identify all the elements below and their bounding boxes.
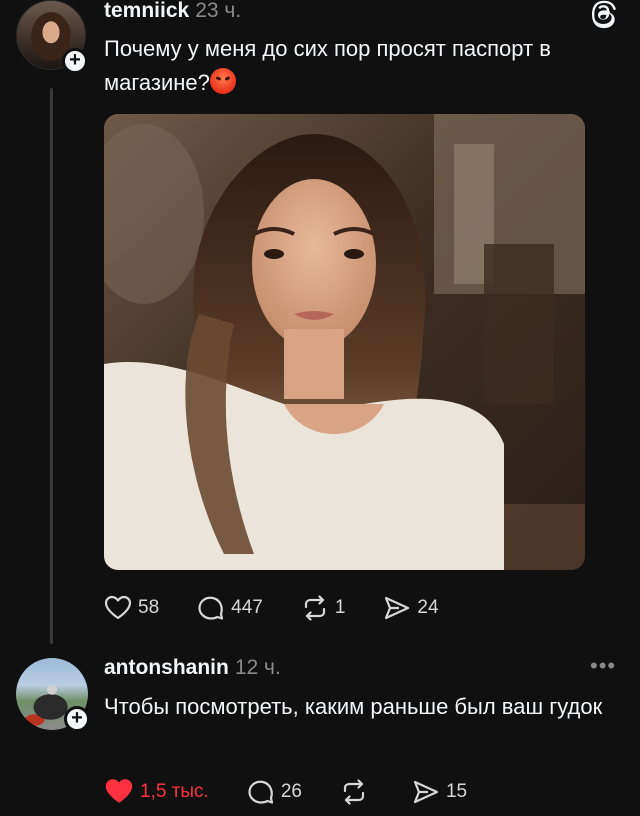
follow-plus-icon[interactable]: + bbox=[62, 48, 88, 74]
more-options-icon[interactable]: ••• bbox=[590, 655, 616, 677]
like-count: 1,5 тыс. bbox=[140, 780, 209, 802]
like-button[interactable]: 1,5 тыс. bbox=[104, 778, 209, 805]
share-count: 15 bbox=[445, 780, 468, 802]
post-username[interactable]: temniick bbox=[104, 0, 189, 22]
repost-button[interactable]: 1 bbox=[301, 595, 346, 621]
follow-plus-icon[interactable]: + bbox=[64, 706, 90, 732]
threads-logo-icon[interactable] bbox=[589, 0, 619, 30]
reply-button[interactable]: 447 bbox=[197, 595, 263, 621]
reply-count: 26 bbox=[280, 780, 302, 802]
photo-illustration bbox=[104, 114, 585, 570]
reply-time: 12 ч. bbox=[234, 656, 281, 679]
reply-text: Чтобы посмотреть, каким раньше был ваш г… bbox=[104, 694, 603, 719]
thread-connector-line bbox=[50, 88, 53, 644]
reply-count: 447 bbox=[231, 597, 263, 618]
post-photo[interactable] bbox=[104, 114, 585, 570]
post-time: 23 ч. bbox=[195, 0, 242, 22]
like-button[interactable]: 58 bbox=[104, 595, 159, 621]
post-text: Почему у меня до сих пор просят паспорт … bbox=[104, 32, 624, 100]
share-button[interactable]: 15 bbox=[412, 779, 467, 805]
share-button[interactable]: 24 bbox=[383, 595, 439, 621]
post-author[interactable]: temniick 23 ч. bbox=[104, 0, 241, 23]
reply-username[interactable]: antonshanin bbox=[104, 656, 229, 679]
share-icon bbox=[385, 596, 410, 620]
post-actions: 58 447 1 24 bbox=[104, 595, 477, 621]
angry-face-emoji-icon bbox=[209, 68, 236, 94]
repost-icon bbox=[304, 595, 325, 621]
heart-icon bbox=[105, 779, 133, 803]
reply-actions: 1,5 тыс. 26 15 bbox=[104, 778, 505, 805]
like-count: 58 bbox=[138, 597, 160, 618]
heart-icon bbox=[104, 595, 132, 620]
comment-icon bbox=[248, 780, 273, 804]
share-icon bbox=[413, 780, 439, 803]
repost-count: 1 bbox=[334, 597, 346, 618]
post-text-content: Почему у меня до сих пор просят паспорт … bbox=[104, 36, 551, 95]
reply-author[interactable]: antonshanin 12 ч. bbox=[104, 656, 281, 680]
reply-button[interactable]: 26 bbox=[247, 779, 302, 805]
comment-icon bbox=[198, 596, 224, 620]
repost-button[interactable] bbox=[340, 778, 374, 805]
share-count: 24 bbox=[417, 597, 439, 618]
repost-icon bbox=[343, 778, 365, 805]
